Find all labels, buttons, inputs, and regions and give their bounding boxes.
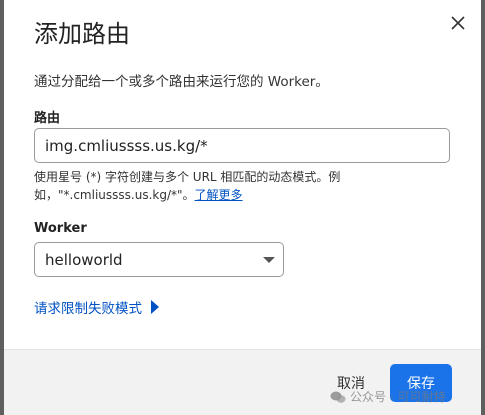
fail-mode-toggle[interactable]: 请求限制失败模式 [34, 297, 159, 317]
route-input[interactable] [34, 128, 450, 163]
caret-down-icon [263, 257, 275, 263]
worker-select[interactable]: helloworld [34, 242, 284, 277]
watermark: 公众号 · 可可耐特 [330, 388, 445, 405]
close-button[interactable] [447, 12, 469, 34]
backdrop-right [481, 0, 485, 415]
fail-mode-label: 请求限制失败模式 [34, 301, 142, 317]
close-icon [451, 16, 465, 30]
worker-label: Worker [34, 221, 87, 236]
dialog-title: 添加路由 [34, 20, 130, 48]
hint-line-2: 如，"*.cmliussss.us.kg/*"。 [34, 188, 195, 202]
add-route-dialog: 添加路由 通过分配给一个或多个路由来运行您的 Worker。 路由 使用星号 (… [4, 0, 481, 415]
dialog-footer: 取消 保存 [4, 349, 481, 415]
caret-right-icon [151, 300, 159, 314]
dialog-description: 通过分配给一个或多个路由来运行您的 Worker。 [34, 74, 329, 90]
route-hint: 使用星号 (*) 字符创建与多个 URL 相匹配的动态模式。例 如，"*.cml… [34, 168, 459, 204]
worker-selected-value: helloworld [45, 251, 123, 269]
wechat-icon [330, 391, 346, 403]
route-label: 路由 [34, 111, 61, 126]
learn-more-link[interactable]: 了解更多 [195, 188, 243, 202]
hint-line-1: 使用星号 (*) 字符创建与多个 URL 相匹配的动态模式。例 [34, 170, 341, 184]
watermark-text: 公众号 · 可可耐特 [350, 390, 446, 404]
